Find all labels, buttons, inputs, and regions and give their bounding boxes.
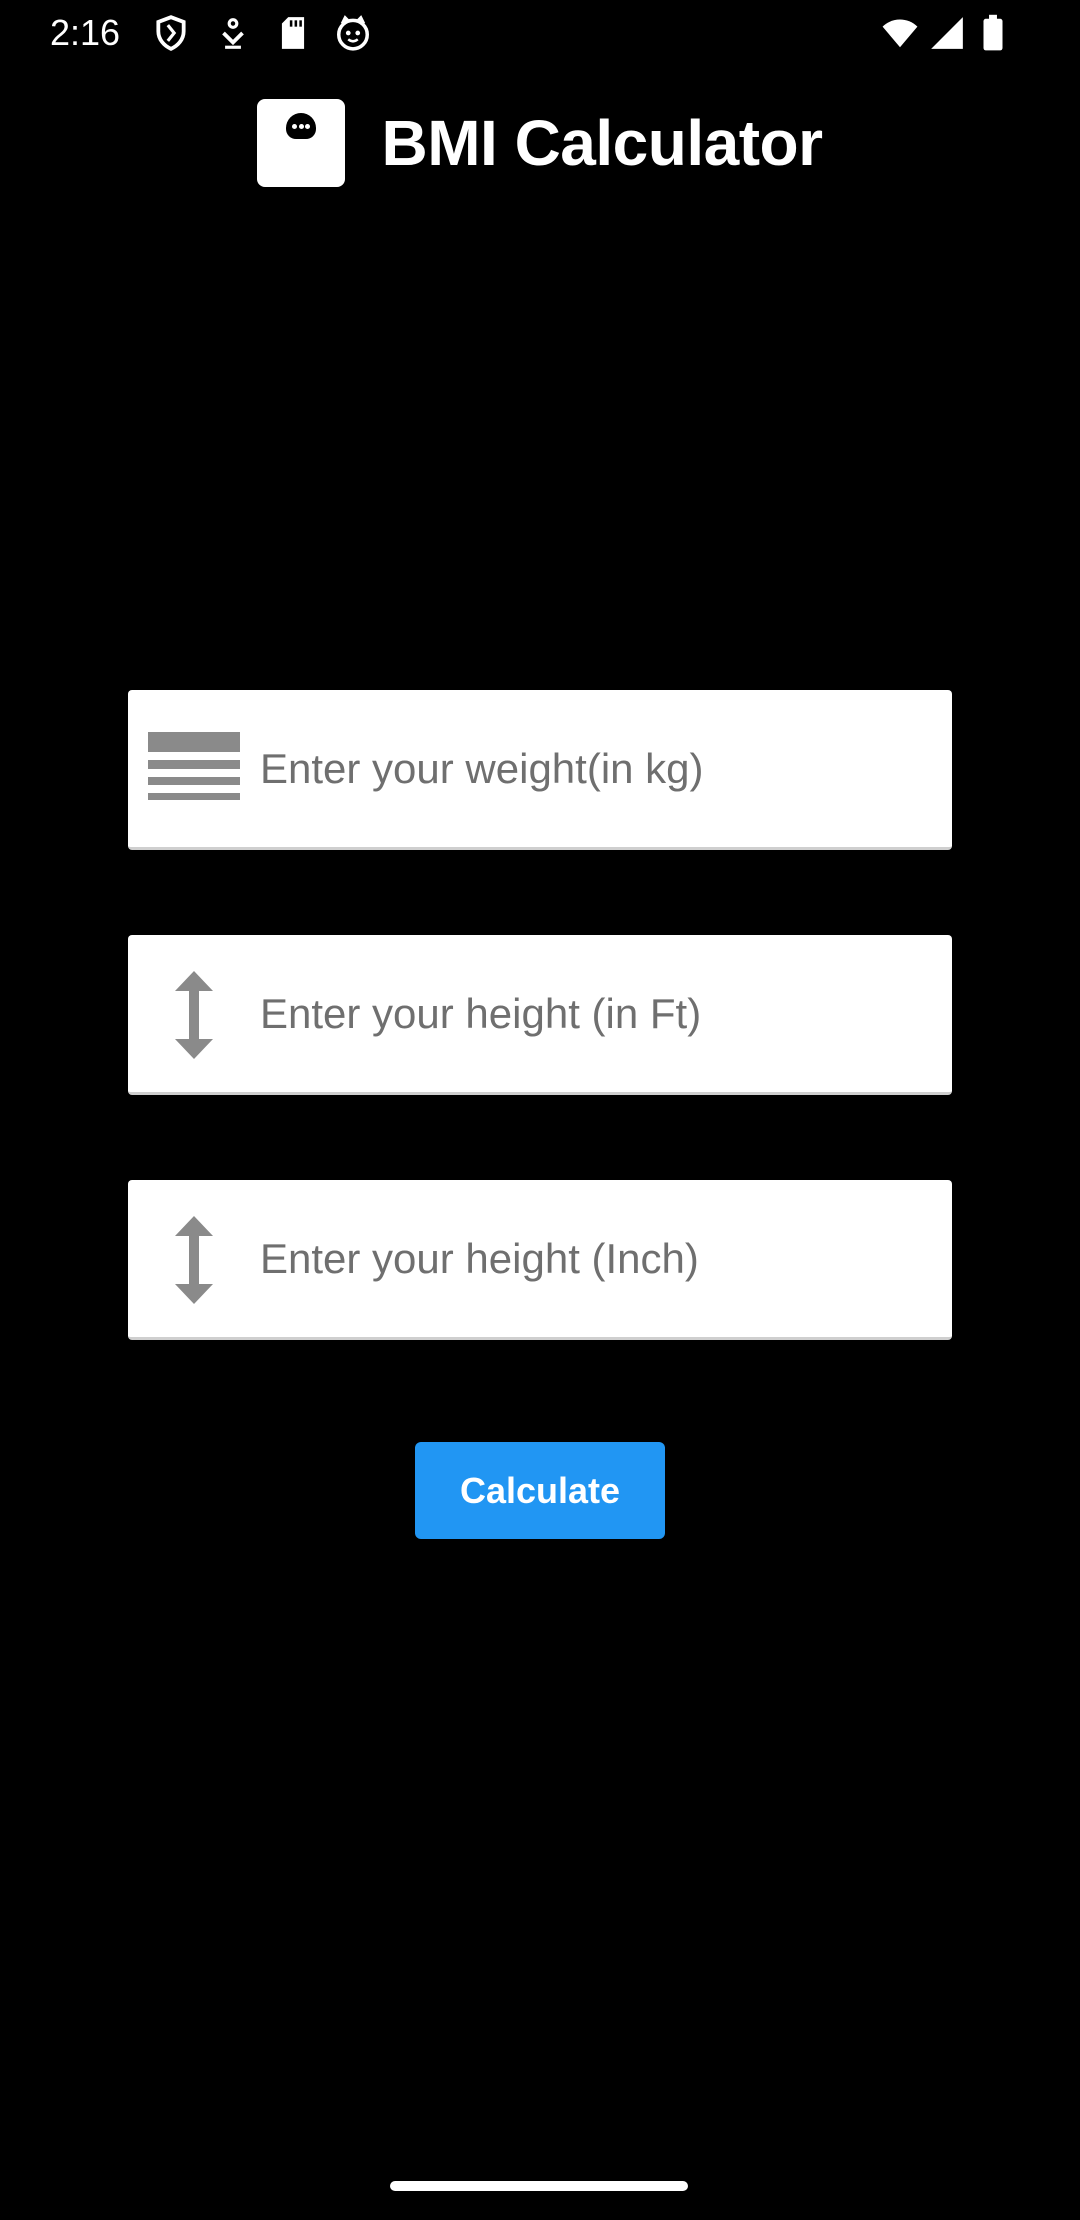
weight-field[interactable]: [128, 690, 952, 850]
page-title: BMI Calculator: [381, 107, 823, 179]
height-inch-field[interactable]: [128, 1180, 952, 1340]
scale-icon: [257, 99, 346, 187]
height-ft-field[interactable]: [128, 935, 952, 1095]
app-header: BMI Calculator: [0, 96, 1080, 190]
download-icon: [214, 14, 252, 52]
calculate-button[interactable]: Calculate: [415, 1442, 665, 1539]
bmi-calculator-screen: 2:16 BMI Calculator Enter your weight(in…: [0, 0, 1080, 2220]
status-bar: 2:16: [0, 0, 1080, 66]
status-time: 2:16: [50, 12, 121, 53]
battery-icon: [978, 14, 1008, 52]
height-inch-input[interactable]: [260, 1180, 930, 1337]
gesture-nav-handle[interactable]: [390, 2181, 688, 2191]
weight-input[interactable]: [260, 690, 930, 847]
vertical-arrows-icon: [146, 1216, 242, 1304]
vertical-arrows-icon: [146, 971, 242, 1059]
wifi-icon: [878, 14, 922, 52]
sd-card-icon: [274, 14, 312, 52]
weight-lines-icon: [146, 726, 242, 814]
height-ft-input[interactable]: [260, 935, 930, 1092]
signal-icon: [928, 14, 966, 52]
shield-icon: [152, 14, 190, 52]
cat-face-icon: [334, 14, 372, 52]
